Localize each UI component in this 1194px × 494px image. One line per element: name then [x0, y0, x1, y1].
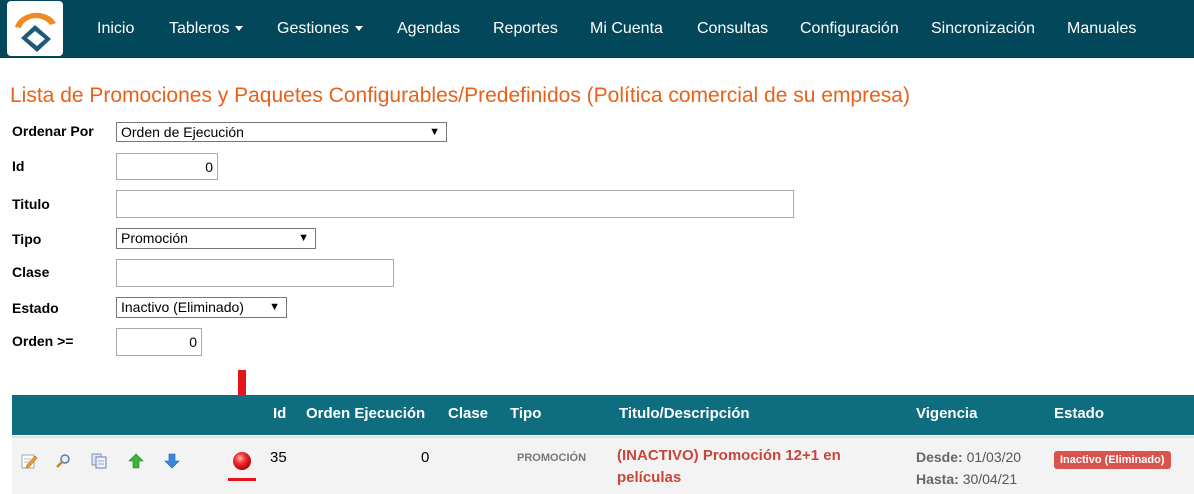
- caret-down-icon: [355, 26, 364, 32]
- nav-item-gestiones[interactable]: Gestiones: [277, 0, 364, 58]
- tipo-select[interactable]: Promoción ▼: [116, 228, 316, 249]
- red-underline-annotation: [228, 478, 256, 481]
- row-id: 35: [270, 449, 287, 466]
- clase-input[interactable]: [116, 259, 394, 287]
- ordenar-por-label: Ordenar Por: [12, 123, 94, 139]
- nav-item-reportes[interactable]: Reportes: [493, 0, 558, 58]
- column-header-titulo[interactable]: Titulo/Descripción: [619, 395, 750, 433]
- copy-icon[interactable]: [91, 453, 107, 469]
- hasta-label: Hasta:: [916, 471, 959, 487]
- column-header-tipo[interactable]: Tipo: [510, 395, 541, 433]
- nav-item-tableros[interactable]: Tableros: [169, 0, 244, 58]
- id-label: Id: [12, 158, 25, 174]
- caret-down-icon: [235, 26, 244, 32]
- row-tipo: PROMOCIÓN: [517, 452, 587, 464]
- ordenar-por-select[interactable]: Orden de Ejecución ▼: [116, 122, 447, 142]
- dropdown-arrow-icon: ▼: [269, 301, 280, 313]
- table-row: 35 0 PROMOCIÓN (INACTIVO) Promoción 12+1…: [12, 436, 1194, 494]
- red-dot-icon[interactable]: [231, 450, 253, 472]
- titulo-label: Titulo: [12, 196, 50, 212]
- desde-value: 01/03/20: [966, 449, 1022, 465]
- nav-label: Configuración: [800, 20, 899, 37]
- column-header-clase[interactable]: Clase: [448, 395, 488, 433]
- nav-label: Sincronización: [931, 20, 1036, 37]
- desde-label: Desde:: [916, 449, 963, 465]
- estado-value: Inactivo (Eliminado): [121, 299, 244, 315]
- orden-input[interactable]: [116, 328, 202, 356]
- nav-label: Manuales: [1067, 20, 1137, 37]
- estado-select[interactable]: Inactivo (Eliminado) ▼: [116, 297, 287, 318]
- column-header-vigencia[interactable]: Vigencia: [916, 395, 977, 433]
- tipo-value: Promoción: [121, 230, 188, 246]
- arrow-down-icon[interactable]: [164, 453, 180, 469]
- orden-label: Orden >=: [12, 333, 74, 349]
- nav-item-configuracion[interactable]: Configuración: [800, 0, 899, 58]
- row-titulo[interactable]: (INACTIVO) Promoción 12+1 en películas: [617, 445, 841, 489]
- top-navbar: Inicio Tableros Gestiones Agendas Report…: [0, 0, 1194, 58]
- column-header-id[interactable]: Id: [273, 395, 286, 433]
- logo-icon: [15, 12, 56, 52]
- dropdown-arrow-icon: ▼: [298, 232, 309, 244]
- nav-label: Mi Cuenta: [590, 20, 663, 37]
- nav-item-consultas[interactable]: Consultas: [697, 0, 768, 58]
- hasta-value: 30/04/21: [962, 471, 1018, 487]
- nav-label: Reportes: [493, 20, 558, 37]
- nav-label: Agendas: [397, 20, 461, 37]
- clase-label: Clase: [12, 264, 50, 280]
- titulo-input[interactable]: [116, 190, 794, 218]
- nav-item-mi-cuenta[interactable]: Mi Cuenta: [590, 0, 663, 58]
- row-vigencia: Desde: 01/03/20 Hasta: 30/04/21: [916, 446, 1021, 490]
- estado-label: Estado: [12, 300, 59, 316]
- nav-label: Gestiones: [277, 20, 350, 37]
- row-titulo-line2[interactable]: películas: [617, 467, 841, 489]
- column-header-orden[interactable]: Orden Ejecución: [306, 395, 425, 433]
- ordenar-por-value: Orden de Ejecución: [121, 124, 244, 140]
- column-header-estado[interactable]: Estado: [1054, 395, 1104, 433]
- nav-item-agendas[interactable]: Agendas: [397, 0, 460, 58]
- row-titulo-line1[interactable]: (INACTIVO) Promoción 12+1 en: [617, 445, 841, 467]
- edit-icon[interactable]: [21, 453, 37, 469]
- tipo-label: Tipo: [12, 231, 42, 247]
- status-badge: Inactivo (Eliminado): [1054, 451, 1171, 469]
- id-input[interactable]: [116, 153, 218, 180]
- search-icon[interactable]: [55, 453, 71, 469]
- page-title: Lista de Promociones y Paquetes Configur…: [10, 84, 910, 107]
- nav-item-inicio[interactable]: Inicio: [97, 0, 134, 58]
- row-orden: 0: [421, 449, 430, 466]
- nav-item-manuales[interactable]: Manuales: [1067, 0, 1136, 58]
- arrow-up-icon[interactable]: [128, 453, 144, 469]
- table-header: Id Orden Ejecución Clase Tipo Titulo/Des…: [12, 395, 1194, 435]
- company-logo[interactable]: [7, 1, 63, 56]
- nav-label: Consultas: [697, 20, 769, 37]
- nav-label: Inicio: [97, 20, 135, 37]
- nav-item-sincronizacion[interactable]: Sincronización: [931, 0, 1035, 58]
- dropdown-arrow-icon: ▼: [429, 126, 440, 138]
- nav-label: Tableros: [169, 20, 230, 37]
